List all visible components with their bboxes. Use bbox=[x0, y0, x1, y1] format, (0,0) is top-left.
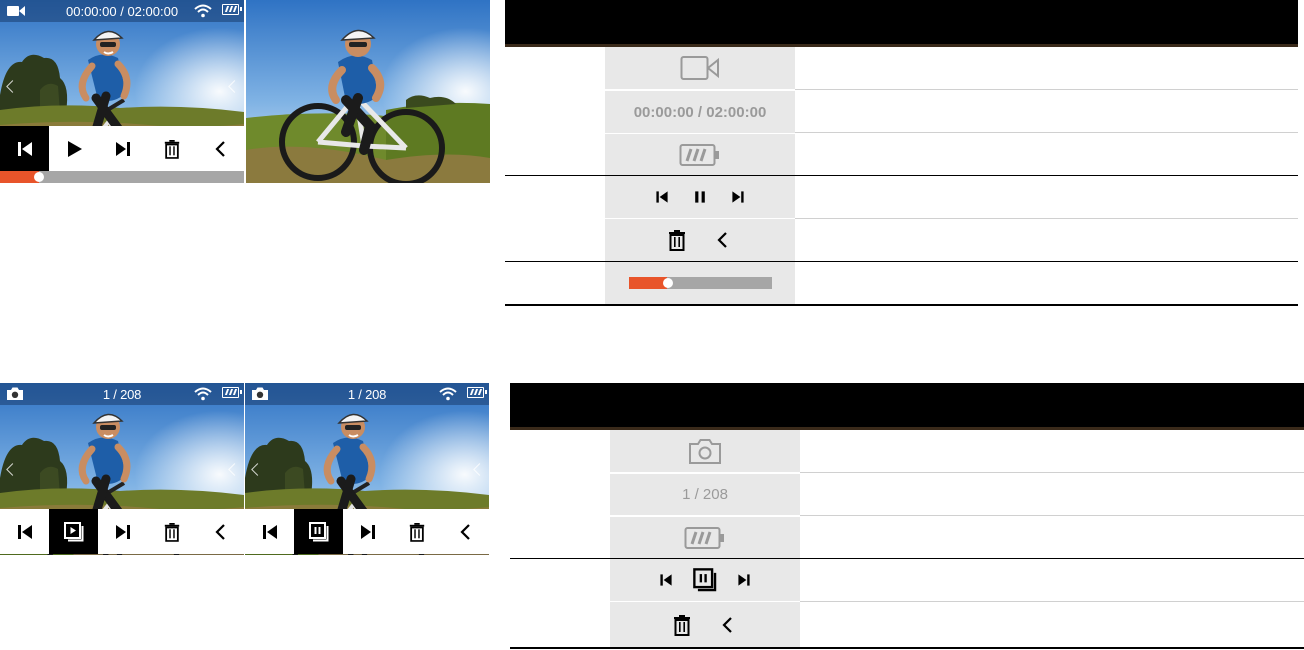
wifi-icon bbox=[194, 387, 212, 401]
row-divider bbox=[800, 601, 1304, 602]
playback-controls-cell bbox=[605, 176, 795, 218]
progress-bar-sample bbox=[628, 277, 772, 289]
back-button[interactable] bbox=[196, 126, 244, 171]
battery-cell bbox=[610, 517, 800, 558]
slideshow-play-icon bbox=[63, 521, 85, 543]
progress-fill bbox=[628, 277, 668, 289]
pause-icon bbox=[692, 189, 708, 205]
timecode: 00:00:00 / 02:00:00 bbox=[66, 4, 179, 19]
slideshow-pause-icon bbox=[692, 567, 718, 593]
playback-image bbox=[246, 0, 490, 183]
row-divider bbox=[795, 132, 1298, 133]
slideshow-pause-button[interactable] bbox=[294, 509, 343, 554]
delete-icon bbox=[163, 522, 181, 542]
wifi-icon bbox=[439, 387, 457, 401]
back-icon bbox=[211, 139, 231, 159]
battery-cell bbox=[605, 134, 795, 175]
back-button[interactable] bbox=[441, 509, 489, 554]
wifi-icon bbox=[194, 4, 212, 18]
status-bar: 1 / 208 bbox=[0, 383, 244, 405]
counter-text: 1 / 208 bbox=[682, 486, 728, 503]
table-bottom-rule bbox=[505, 304, 1298, 306]
status-bar: 00:00:00 / 02:00:00 bbox=[0, 0, 244, 22]
skip-next-button[interactable] bbox=[98, 509, 147, 554]
photo-playback-screen: 1 / 208 bbox=[0, 383, 244, 555]
skip-next-button[interactable] bbox=[343, 509, 392, 554]
skip-next-icon bbox=[113, 522, 133, 542]
control-bar bbox=[0, 126, 244, 171]
slideshow-controls-cell bbox=[610, 559, 800, 601]
back-icon bbox=[456, 522, 476, 542]
skip-previous-button[interactable] bbox=[245, 509, 294, 554]
skip-next-icon bbox=[730, 189, 746, 205]
row-divider bbox=[795, 89, 1298, 90]
photo-table-header bbox=[510, 383, 1304, 427]
delete-icon bbox=[163, 139, 181, 159]
fullscreen-playback-screen bbox=[246, 0, 490, 183]
video-camera-icon bbox=[7, 6, 25, 16]
delete-button[interactable] bbox=[392, 509, 441, 554]
photo-icon-cell bbox=[610, 430, 800, 472]
timecode-cell: 00:00:00 / 02:00:00 bbox=[605, 91, 795, 133]
progress-bar-cell bbox=[605, 262, 795, 304]
video-table-header bbox=[505, 0, 1298, 44]
skip-next-icon bbox=[358, 522, 378, 542]
progress-knob[interactable] bbox=[34, 172, 45, 182]
back-icon bbox=[211, 522, 231, 542]
skip-previous-icon bbox=[15, 139, 35, 159]
delete-icon bbox=[672, 613, 692, 637]
battery-icon bbox=[222, 4, 242, 15]
play-icon bbox=[64, 139, 84, 159]
delete-icon bbox=[408, 522, 426, 542]
delete-icon bbox=[667, 228, 687, 252]
row-divider bbox=[795, 218, 1298, 219]
status-bar: 1 / 208 bbox=[245, 383, 489, 405]
delete-back-cell bbox=[605, 219, 795, 261]
battery-icon bbox=[679, 143, 719, 166]
skip-previous-icon bbox=[260, 522, 280, 542]
video-icon-cell bbox=[605, 47, 795, 89]
timecode-text: 00:00:00 / 02:00:00 bbox=[633, 103, 767, 121]
battery-icon bbox=[222, 387, 242, 398]
delete-button[interactable] bbox=[147, 126, 196, 171]
back-button[interactable] bbox=[196, 509, 244, 554]
row-divider bbox=[800, 515, 1304, 516]
progress-knob bbox=[663, 278, 674, 288]
slideshow-screen: 1 / 208 bbox=[245, 383, 489, 555]
playback-progress-bar[interactable] bbox=[0, 171, 244, 183]
skip-previous-button[interactable] bbox=[0, 126, 49, 171]
control-bar bbox=[245, 509, 489, 554]
play-button[interactable] bbox=[49, 126, 98, 171]
back-icon bbox=[718, 614, 738, 636]
delete-back-cell bbox=[610, 602, 800, 647]
back-icon bbox=[713, 229, 733, 251]
skip-previous-button[interactable] bbox=[0, 509, 49, 554]
battery-icon bbox=[684, 526, 724, 549]
skip-next-button[interactable] bbox=[98, 126, 147, 171]
video-camera-icon bbox=[680, 56, 719, 80]
skip-previous-icon bbox=[15, 522, 35, 542]
delete-button[interactable] bbox=[147, 509, 196, 554]
skip-previous-icon bbox=[654, 189, 670, 205]
skip-next-icon bbox=[736, 572, 752, 588]
skip-previous-icon bbox=[658, 572, 674, 588]
row-divider bbox=[800, 472, 1304, 473]
table-bottom-rule bbox=[510, 647, 1304, 649]
counter-cell: 1 / 208 bbox=[610, 474, 800, 515]
slideshow-play-button[interactable] bbox=[49, 509, 98, 554]
photo-camera-icon bbox=[689, 439, 721, 464]
video-playback-screen: 00:00:00 / 02:00:00 bbox=[0, 0, 244, 183]
slideshow-pause-icon bbox=[308, 521, 330, 543]
battery-icon bbox=[467, 387, 487, 398]
control-bar bbox=[0, 509, 244, 554]
skip-next-icon bbox=[113, 139, 133, 159]
